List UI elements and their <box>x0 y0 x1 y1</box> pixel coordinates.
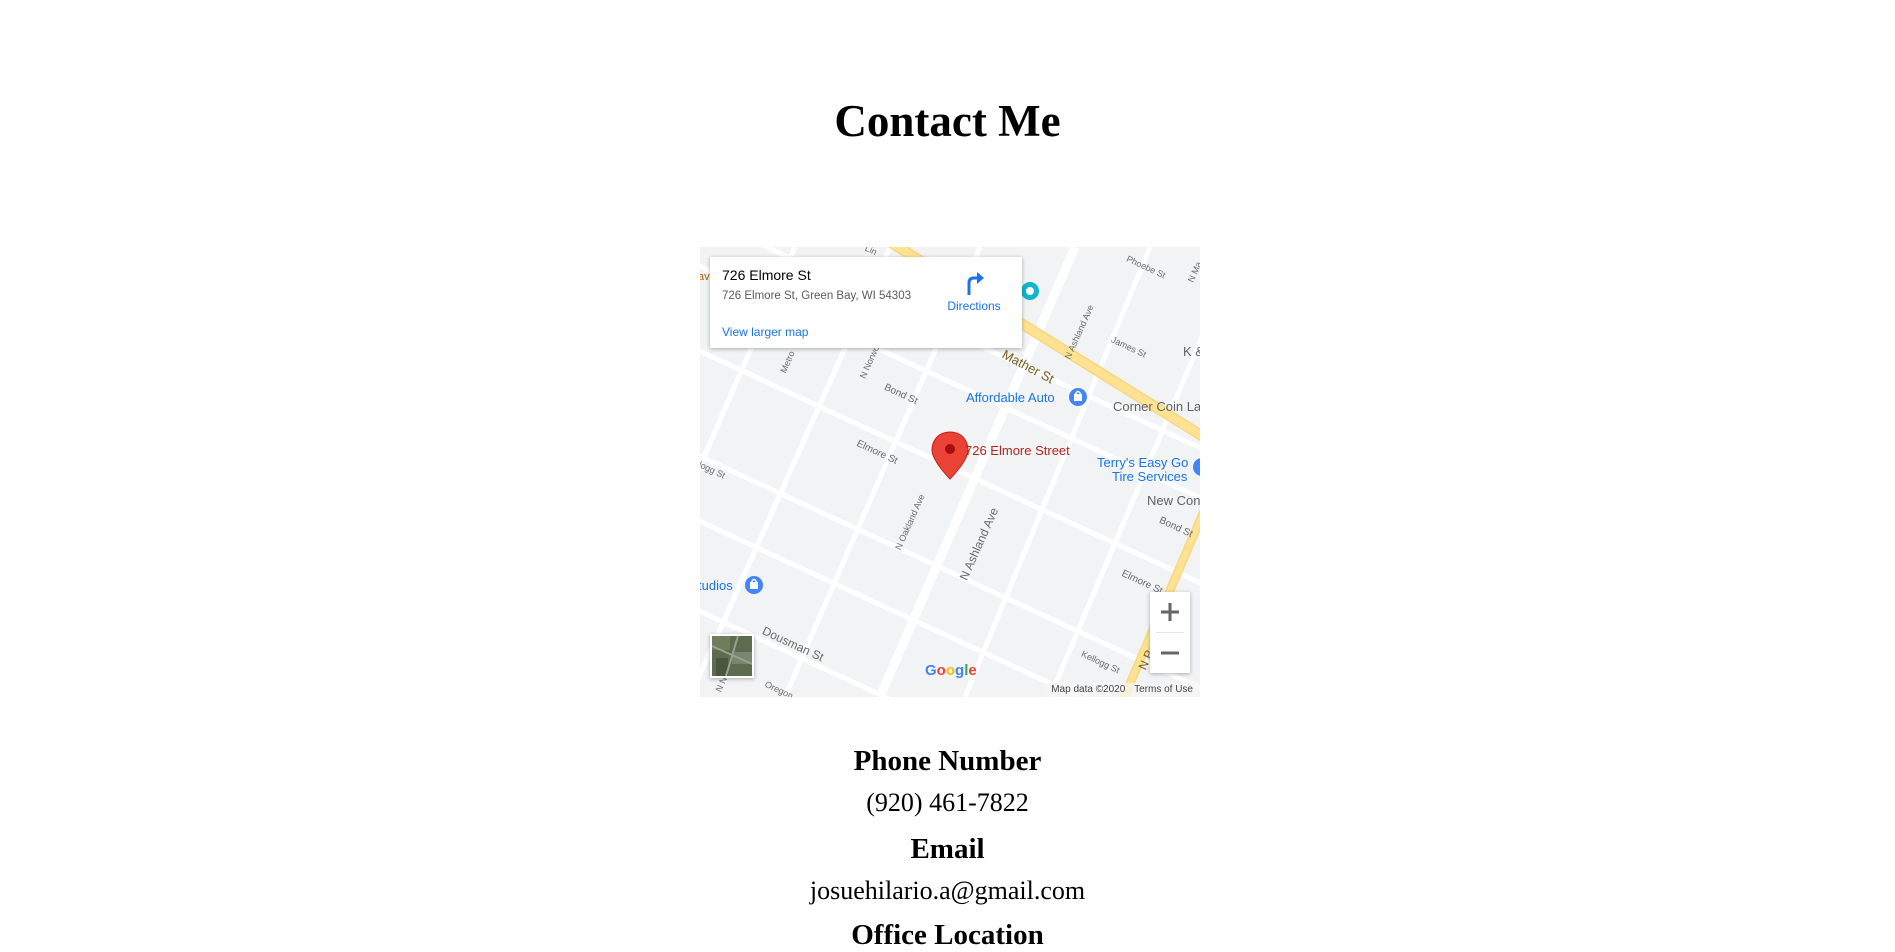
satellite-toggle-button[interactable] <box>710 634 754 678</box>
directions-label: Directions <box>947 299 1001 313</box>
email-heading: Email <box>910 833 985 865</box>
marker-label[interactable]: 726 Elmore Street <box>965 443 1070 458</box>
map-data-credit: Map data ©2020 <box>1051 684 1126 695</box>
satellite-thumbnail-icon <box>712 636 752 676</box>
phone-heading: Phone Number <box>853 745 1042 777</box>
place-label[interactable]: K & <box>1183 344 1200 359</box>
info-card-title: 726 Elmore St <box>722 267 811 283</box>
email-value[interactable]: josuehilario.a@gmail.com <box>0 876 1895 906</box>
attraction-poi-icon[interactable] <box>1021 282 1039 300</box>
zoom-out-button[interactable] <box>1150 633 1190 673</box>
directions-button[interactable]: Directions <box>938 269 1010 315</box>
terms-of-use-link[interactable]: Terms of Use <box>1134 684 1193 695</box>
place-label[interactable]: tudios <box>700 578 733 593</box>
zoom-controls <box>1150 592 1190 673</box>
zoom-in-button[interactable] <box>1150 592 1190 632</box>
place-label[interactable]: Corner Coin La <box>1113 399 1200 414</box>
map-attribution: Map data ©2020 Terms of Use <box>1044 683 1200 697</box>
embedded-map[interactable]: Mather St Bond St Elmore St Elmore St Bo… <box>700 247 1200 697</box>
page-title: Contact Me <box>834 96 1061 146</box>
minus-icon <box>1161 651 1179 655</box>
directions-icon <box>967 272 984 295</box>
shopping-poi-icon[interactable] <box>1069 388 1087 406</box>
view-larger-map-link[interactable]: View larger map <box>722 325 808 339</box>
google-logo: Google <box>925 662 977 679</box>
place-label[interactable]: Affordable Auto <box>966 390 1055 405</box>
place-label[interactable]: Terry's Easy Go <box>1097 455 1188 470</box>
phone-value: (920) 461-7822 <box>866 788 1029 817</box>
map-info-card: 726 Elmore St 726 Elmore St, Green Bay, … <box>710 257 1022 348</box>
office-location-heading: Office Location <box>851 919 1044 951</box>
place-label[interactable]: Tire Services <box>1112 469 1187 484</box>
place-label[interactable]: New Con <box>1147 493 1200 508</box>
plus-icon <box>1161 603 1179 621</box>
street-label: av <box>700 271 710 283</box>
info-card-address: 726 Elmore St, Green Bay, WI 54303 <box>722 290 911 302</box>
shopping-poi-icon[interactable] <box>745 576 763 594</box>
